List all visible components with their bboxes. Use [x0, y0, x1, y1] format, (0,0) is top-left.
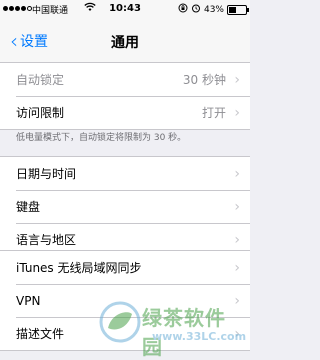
watermark-url: www.33LC.com: [152, 330, 247, 343]
lock-settings-group: 自动锁定 30 秒钟 › 访问限制 打开 ›: [0, 62, 250, 130]
orientation-lock-icon: [178, 3, 188, 16]
date-time-row[interactable]: 日期与时间 ›: [0, 157, 250, 190]
chevron-right-icon: ›: [234, 231, 240, 248]
watermark-logo: 绿茶软件园 www.33LC.com: [96, 294, 247, 359]
row-label: 自动锁定: [16, 73, 65, 87]
watermark-leaf-icon: [99, 301, 141, 343]
itunes-wifi-sync-row[interactable]: iTunes 无线局域网同步 ›: [0, 251, 250, 284]
restrictions-row[interactable]: 访问限制 打开 ›: [0, 96, 250, 129]
page-title: 通用: [111, 35, 139, 51]
status-bar: 中国联通 10:43 43%: [0, 0, 250, 20]
chevron-right-icon: ›: [234, 165, 240, 182]
battery-icon: [227, 4, 249, 15]
auto-lock-row[interactable]: 自动锁定 30 秒钟 ›: [0, 63, 250, 96]
row-value: 30 秒钟: [182, 73, 226, 87]
navigation-bar: ‹ 设置 通用: [0, 20, 250, 63]
chevron-right-icon: ›: [234, 71, 240, 88]
alarm-icon: [191, 3, 201, 16]
chevron-right-icon: ›: [234, 104, 240, 121]
row-label: 语言与地区: [16, 233, 77, 247]
row-label: 访问限制: [16, 106, 65, 120]
row-label: 描述文件: [16, 327, 65, 341]
row-label: 日期与时间: [16, 167, 77, 181]
chevron-right-icon: ›: [234, 259, 240, 276]
row-label: 键盘: [16, 200, 41, 214]
chevron-right-icon: ›: [234, 198, 240, 215]
general-settings-group: 日期与时间 › 键盘 › 语言与地区 ›: [0, 156, 250, 257]
row-label: VPN: [16, 293, 41, 308]
row-label: iTunes 无线局域网同步: [16, 261, 142, 275]
row-value: 打开: [201, 106, 226, 120]
auto-lock-footer-note: 低电量模式下，自动锁定将限制为 30 秒。: [16, 133, 187, 143]
keyboard-row[interactable]: 键盘 ›: [0, 190, 250, 223]
battery-percent: 43%: [203, 4, 224, 15]
